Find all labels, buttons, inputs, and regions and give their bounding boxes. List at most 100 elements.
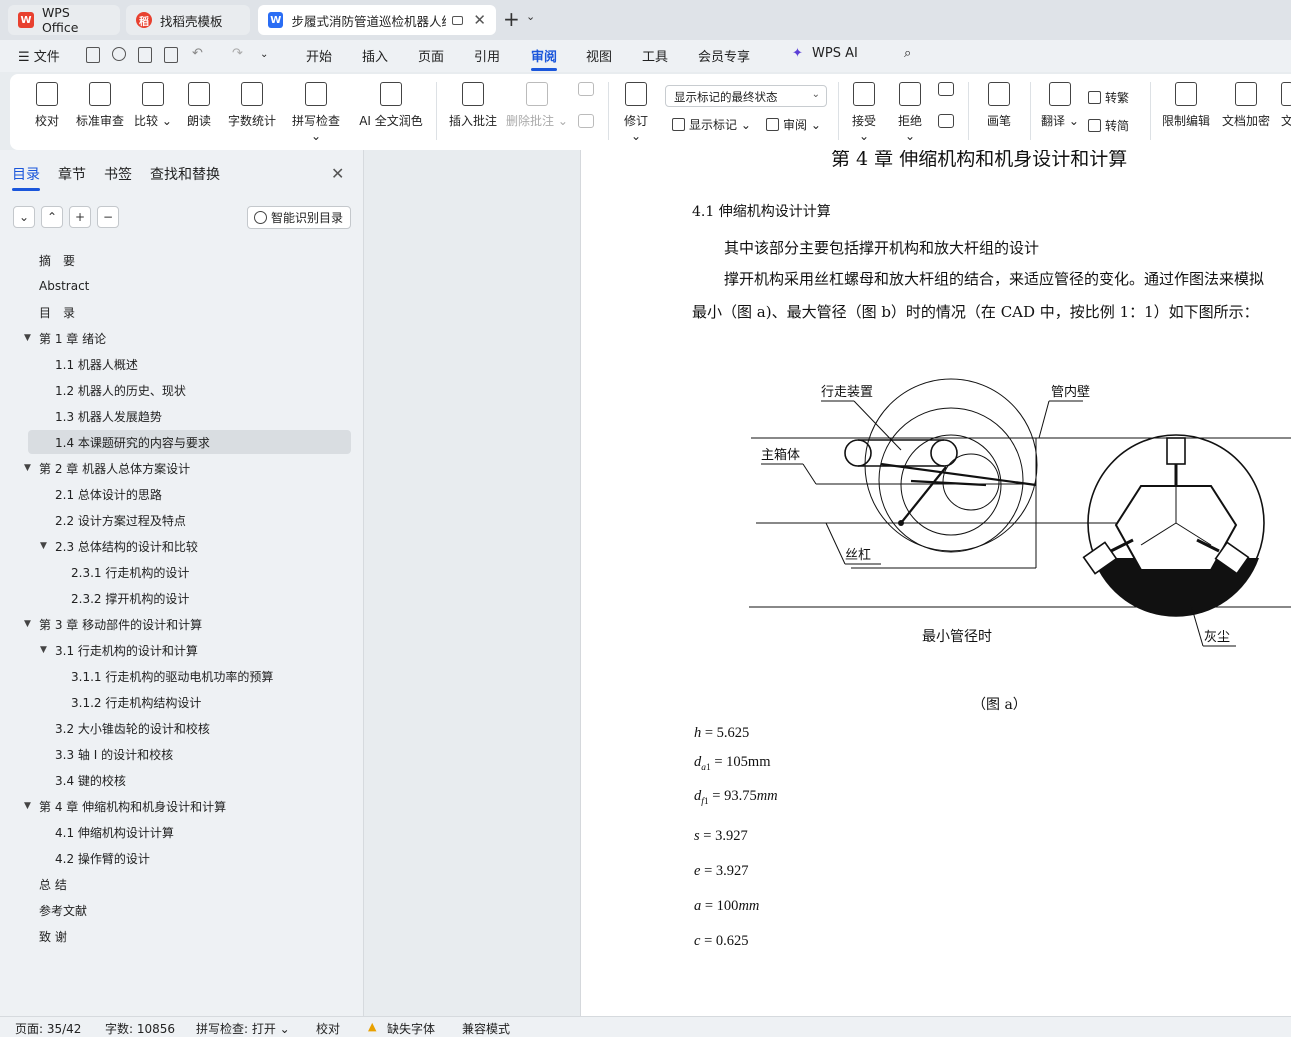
tab-wps-office[interactable]: W WPS Office [8,5,120,35]
menu-tools[interactable]: 工具 [642,46,668,65]
collapse-all-button[interactable]: ⌄ [13,206,35,228]
redo-icon[interactable]: ↷ [232,46,243,61]
close-pane-icon[interactable]: ✕ [331,164,344,183]
smart-toc-button[interactable]: 智能识别目录 [247,206,351,229]
toc-item[interactable]: 1.1 机器人概述 [55,352,138,376]
toc-item[interactable]: 4.1 伸缩机构设计计算 [55,820,174,844]
chevron-down-icon[interactable]: ⌄ [526,10,535,23]
tab-bookmarks[interactable]: 书签 [104,164,132,184]
tab-chapters[interactable]: 章节 [58,164,86,184]
accept-button[interactable]: 接受 ⌄ [846,82,882,143]
menu-file[interactable]: ☰ 文件 [18,46,60,65]
export-icon[interactable] [112,47,126,61]
toc-item[interactable]: 总 结 [39,872,67,896]
standard-review-button[interactable]: 标准审查 [74,82,126,129]
spell-check-button[interactable]: 拼写检查 ⌄ [286,82,346,143]
save-icon[interactable] [86,47,100,63]
read-aloud-button[interactable]: 朗读 [186,82,212,129]
toc-item[interactable]: ▼ 第 4 章 伸缩机构和机身设计和计算 [24,794,226,818]
toc-item[interactable]: ▼ 3.1 行走机构的设计和计算 [40,638,198,662]
toc-item[interactable]: 3.3 轴 I 的设计和校核 [55,742,173,766]
toc-item[interactable]: 1.2 机器人的历史、现状 [55,378,186,402]
expand-arrow-icon[interactable]: ▼ [40,541,47,551]
toc-item[interactable]: ▼ 第 3 章 移动部件的设计和计算 [24,612,202,636]
toc-item[interactable]: 4.2 操作臂的设计 [55,846,150,870]
toc-item[interactable]: 致 谢 [39,924,67,948]
menu-wps-ai[interactable]: WPS AI [812,46,858,61]
to-simplified-button[interactable]: 转简 [1088,117,1129,134]
menu-home[interactable]: 开始 [306,46,332,65]
quick-access-more-icon[interactable]: ⌄ [260,49,268,60]
reject-button[interactable]: 拒绝 ⌄ [892,82,928,143]
add-heading-button[interactable]: + [69,206,91,228]
toc-item[interactable]: ▼ 第 2 章 机器人总体方案设计 [24,456,190,480]
tab-find-replace[interactable]: 查找和替换 [150,164,220,184]
toc-item[interactable]: 3.4 键的校核 [55,768,126,792]
toc-item[interactable]: 3.1.2 行走机构结构设计 [71,690,201,714]
to-traditional-button[interactable]: 转繁 [1088,89,1129,106]
expand-arrow-icon[interactable]: ▼ [24,619,31,629]
menu-insert[interactable]: 插入 [362,46,388,65]
menu-review[interactable]: 审阅 [531,46,557,65]
toc-item[interactable]: Abstract [39,274,89,298]
proof-status[interactable]: 校对 [316,1020,340,1037]
expand-arrow-icon[interactable]: ▼ [40,645,47,655]
tab-template[interactable]: 稻 找稻壳模板 [126,5,250,35]
toc-item[interactable]: ▼ 第 1 章 绪论 [24,326,106,350]
menu-view[interactable]: 视图 [586,46,612,65]
translate-button[interactable]: 翻译 ⌄ [1040,82,1080,129]
show-markup-button[interactable]: 显示标记 ⌄ [672,116,751,133]
undo-icon[interactable]: ↶ [192,46,203,61]
print-icon[interactable] [138,47,152,63]
document-more-button[interactable]: 文 [1280,82,1291,129]
toc-item[interactable]: 1.3 机器人发展趋势 [55,404,162,428]
pen-button[interactable]: 画笔 [982,82,1016,129]
toc-item[interactable]: 3.1.1 行走机构的驱动电机功率的预算 [71,664,273,688]
menu-page[interactable]: 页面 [418,46,444,65]
word-count-indicator[interactable]: 字数: 10856 [105,1020,175,1037]
compare-button[interactable]: 比较 ⌄ [134,82,172,129]
search-icon[interactable]: ⌕ [904,46,911,61]
tab-toc[interactable]: 目录 [12,164,40,184]
spell-check-status[interactable]: 拼写检查: 打开 ⌄ [196,1020,290,1037]
previous-comment-button[interactable] [576,82,596,102]
wps-ai-icon[interactable]: ✦ [792,46,803,61]
toc-item[interactable]: 2.3.2 撑开机构的设计 [71,586,189,610]
missing-font-status[interactable]: 缺失字体 [387,1020,435,1037]
next-comment-button[interactable] [576,114,596,134]
menu-references[interactable]: 引用 [474,46,500,65]
document-encrypt-button[interactable]: 文档加密 [1220,82,1272,129]
toc-item[interactable]: 摘 要 [39,248,75,272]
document-page[interactable]: 第 4 章 伸缩机构和机身设计和计算 4.1 伸缩机构设计计算 其中该部分主要包… [580,150,1291,1016]
proof-button[interactable]: 校对 [32,82,62,129]
new-tab-icon[interactable]: + [503,9,520,29]
page-indicator[interactable]: 页面: 35/42 [15,1020,81,1037]
expand-arrow-icon[interactable]: ▼ [24,463,31,473]
delete-comment-button[interactable]: 删除批注 ⌄ [506,82,568,129]
close-tab-icon[interactable]: ✕ [473,11,486,29]
review-pane-button[interactable]: 审阅 ⌄ [766,116,821,133]
remove-heading-button[interactable]: − [97,206,119,228]
move-up-button[interactable]: ⌃ [41,206,63,228]
track-changes-button[interactable]: 修订 ⌄ [618,82,654,143]
screen-icon[interactable] [451,15,464,25]
previous-change-button[interactable] [936,82,956,102]
print-preview-icon[interactable] [164,47,178,63]
next-change-button[interactable] [936,114,956,134]
toc-item[interactable]: ▼ 2.3 总体结构的设计和比较 [40,534,198,558]
word-count-button[interactable]: 字数统计 [226,82,278,129]
toc-item[interactable]: 3.2 大小锥齿轮的设计和校核 [55,716,210,740]
restrict-edit-button[interactable]: 限制编辑 [1160,82,1212,129]
expand-arrow-icon[interactable]: ▼ [24,333,31,343]
tab-document[interactable]: W 步履式消防管道巡检机器人结 ✕ [258,5,496,35]
insert-comment-button[interactable]: 插入批注 [448,82,498,129]
menu-membership[interactable]: 会员专享 [698,46,750,65]
toc-item[interactable]: 2.3.1 行走机构的设计 [71,560,189,584]
ai-polish-button[interactable]: AI 全文润色 [356,82,426,129]
expand-arrow-icon[interactable]: ▼ [24,801,31,811]
toc-item[interactable]: 1.4 本课题研究的内容与要求 [55,430,210,454]
toc-item[interactable]: 参考文献 [39,898,87,922]
toc-item[interactable]: 2.2 设计方案过程及特点 [55,508,186,532]
markup-state-select[interactable]: 显示标记的最终状态 ⌄ [665,85,827,107]
toc-item[interactable]: 目 录 [39,300,75,324]
